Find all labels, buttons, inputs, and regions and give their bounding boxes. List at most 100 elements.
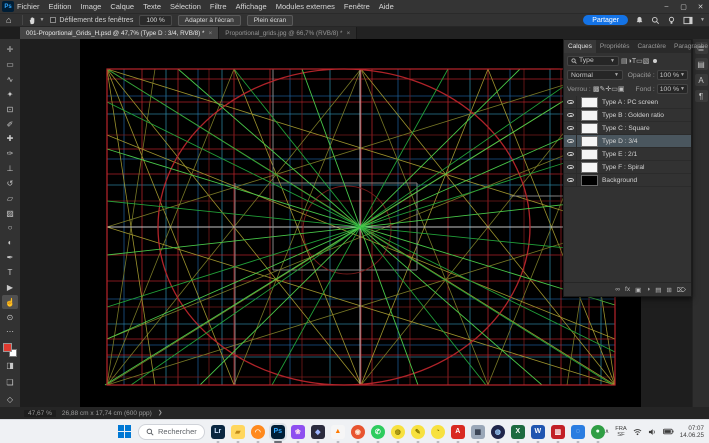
gradient-tool[interactable]: ▨ [2,206,18,220]
taskbar-app-app-yellow-3[interactable]: ◔ [431,425,445,439]
visibility-toggle[interactable] [564,122,577,134]
menu-edition[interactable]: Edition [49,2,72,11]
new-layer-icon[interactable]: ⊞ [666,286,671,294]
quick-selection-tool[interactable]: ✦ [2,88,18,102]
share-image[interactable]: ◇ [2,392,18,406]
panel-tab-propriétés[interactable]: Propriétés [596,40,634,53]
visibility-toggle[interactable] [564,109,577,121]
layer-row[interactable]: Type D : 3/4 [564,135,691,148]
filter-type-select[interactable]: Type ▼ [567,56,619,66]
menu-calque[interactable]: Calque [110,2,134,11]
search-icon[interactable] [651,16,660,25]
taskbar-app-photoshop-express[interactable]: ◆ [311,425,325,439]
maximize-button[interactable]: ▢ [675,3,692,11]
visibility-toggle[interactable] [564,148,577,160]
taskbar-app-app-blue[interactable]: ◌ [571,425,585,439]
quick-mask-mode[interactable]: ◨ [2,359,18,373]
scroll-all-windows-checkbox[interactable] [50,17,56,23]
volume-icon[interactable] [648,428,657,436]
dock-character-icon[interactable]: A [695,74,708,86]
lock-artboard-icon[interactable]: ▭ [611,86,618,93]
layer-thumbnail[interactable] [581,149,598,160]
taskbar-app-app-red[interactable]: ▥ [551,425,565,439]
taskbar-app-firefox[interactable]: ◠ [251,425,265,439]
color-swatches[interactable] [3,343,17,357]
close-tab-icon[interactable]: × [347,30,351,37]
taskbar-app-app-green[interactable]: ● [591,425,605,439]
taskbar-app-app-yellow-2[interactable]: ✎ [411,425,425,439]
filter-shape-layers-icon[interactable]: ▭ [636,58,643,65]
clock[interactable]: 07:07 14.06.25 [680,425,704,439]
panel-tab-calques[interactable]: Calques [564,40,596,53]
brush-tool[interactable]: ✑ [2,147,18,161]
blur-tool[interactable]: ○ [2,221,18,235]
taskbar-app-acrobat[interactable]: A [451,425,465,439]
filter-toggle-icon[interactable] [653,59,657,63]
visibility-toggle[interactable] [564,135,577,147]
taskbar-app-vlc[interactable]: ▲ [331,425,345,439]
taskbar-app-whatsapp[interactable]: ✆ [371,425,385,439]
marquee-tool[interactable]: ▭ [2,58,18,72]
hand-tool[interactable]: ☝ [2,295,18,309]
chevron-down-icon[interactable]: ▼ [700,17,705,23]
layer-group-icon[interactable]: ▤ [655,286,661,294]
healing-brush-tool[interactable]: ✚ [2,132,18,146]
layer-row[interactable]: Background [564,174,691,187]
taskbar-app-word[interactable]: W [531,425,545,439]
visibility-toggle[interactable] [564,174,577,186]
menu-fenêtre[interactable]: Fenêtre [344,2,370,11]
opacity-field[interactable]: 100 % ▼ [657,70,688,80]
notifications-bell-icon[interactable] [635,16,644,25]
menu-image[interactable]: Image [80,2,101,11]
layer-thumbnail[interactable] [581,162,598,173]
taskbar-app-photoshop[interactable]: Ps [271,425,285,439]
taskbar-app-app-sphere[interactable]: ◍ [491,425,505,439]
home-icon[interactable]: ⌂ [6,15,11,25]
close-button[interactable]: ✕ [692,3,709,11]
workspace-switcher-icon[interactable] [683,16,693,25]
wifi-icon[interactable] [633,428,642,436]
language-indicator[interactable]: FRA SF [615,426,627,438]
foreground-color-swatch[interactable] [3,343,12,352]
layer-thumbnail[interactable] [581,123,598,134]
visibility-toggle[interactable] [564,161,577,173]
layer-row[interactable]: Type C : Square [564,122,691,135]
eraser-tool[interactable]: ▱ [2,191,18,205]
screen-mode[interactable]: ❏ [2,375,18,389]
layer-thumbnail[interactable] [581,175,598,186]
dock-paragraph-icon[interactable]: ¶ [695,90,708,102]
link-layers-icon[interactable]: ∞ [615,286,620,293]
battery-icon[interactable] [663,428,674,435]
document-tab-2[interactable]: Proportional_grids.jpg @ 66,7% (RVB/8) *… [219,27,357,39]
zoom-tool[interactable]: ⊙ [2,310,18,324]
filter-pixel-layers-icon[interactable]: ▤ [621,58,628,65]
type-tool[interactable]: T [2,266,18,280]
layer-thumbnail[interactable] [581,136,598,147]
menu-sélection[interactable]: Sélection [170,2,201,11]
layer-thumbnail[interactable] [581,97,598,108]
menu-modules-externes[interactable]: Modules externes [276,2,335,11]
clone-stamp-tool[interactable]: ⊥ [2,162,18,176]
layer-thumbnail[interactable] [581,110,598,121]
menu-fichier[interactable]: Fichier [17,2,40,11]
status-zoom-field[interactable]: 47,67 % [24,410,56,417]
path-selection-tool[interactable]: ▶ [2,281,18,295]
fullscreen-button[interactable]: Plein écran [247,15,294,26]
blend-mode-select[interactable]: Normal ▼ [567,70,623,80]
lock-all-icon[interactable]: ▣ [618,86,625,93]
pen-tool[interactable]: ✒ [2,251,18,265]
move-tool[interactable]: ✛ [2,43,18,57]
tray-expand-icon[interactable]: ∧ [605,428,609,435]
document-canvas[interactable] [80,39,641,408]
hand-tool-options[interactable]: ▼ [28,16,44,25]
menu-affichage[interactable]: Affichage [236,2,267,11]
layer-effects-icon[interactable]: fx [625,286,630,293]
taskbar-app-firefox-developer[interactable]: ◉ [351,425,365,439]
eyedropper-tool[interactable]: ✐ [2,117,18,131]
filter-smart-objects-icon[interactable]: ▧ [643,58,650,65]
windows-start-button[interactable] [118,425,131,438]
menu-filtre[interactable]: Filtre [210,2,227,11]
panel-tab-caractère[interactable]: Caractère [633,40,670,53]
menu-texte[interactable]: Texte [143,2,161,11]
adjustment-layer-icon[interactable]: ◑ [646,286,650,293]
